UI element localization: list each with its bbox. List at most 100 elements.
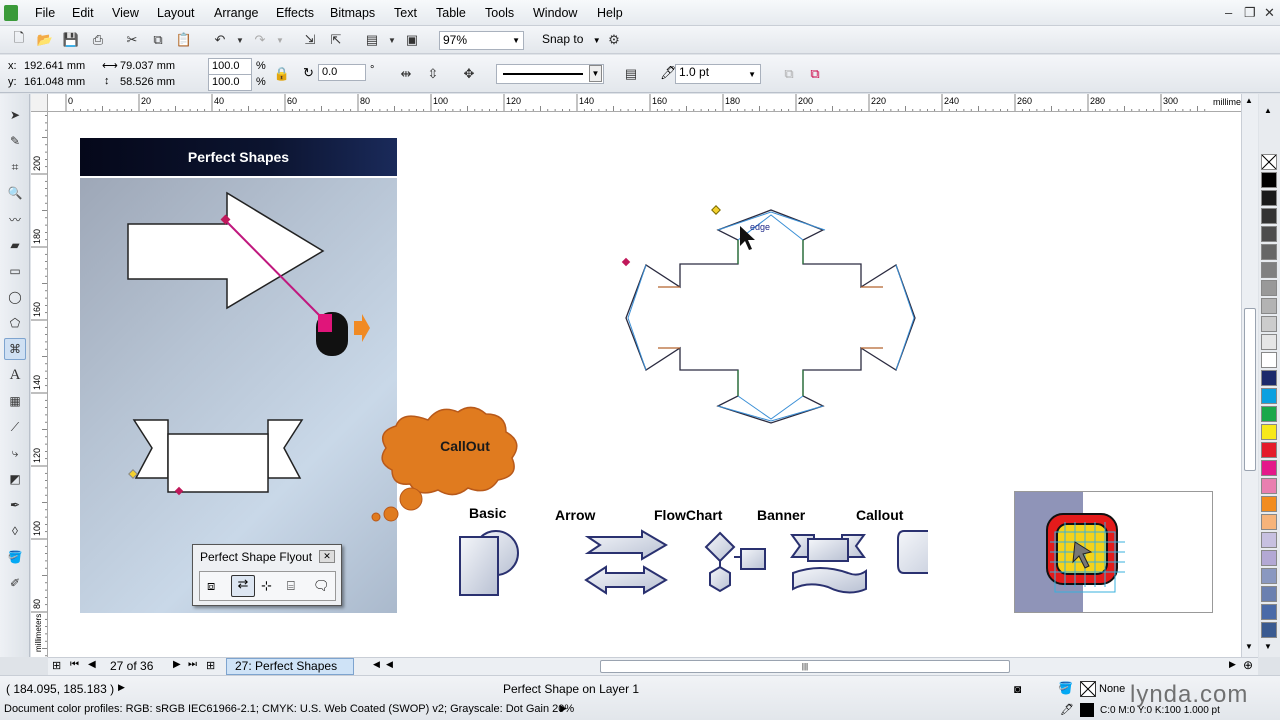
outline-color-swatch[interactable] xyxy=(1080,703,1094,717)
cut-icon[interactable]: ✂ xyxy=(122,30,142,50)
swatch-gray-90[interactable] xyxy=(1261,190,1277,206)
launcher-dropdown-icon[interactable]: ▼ xyxy=(382,30,402,50)
application-launcher-icon[interactable]: ▤ xyxy=(362,30,382,50)
swatch-gray-40[interactable] xyxy=(1261,280,1277,296)
palette-scroll-up-icon[interactable]: ▲ xyxy=(1264,106,1272,115)
swatch-white[interactable] xyxy=(1261,352,1277,368)
horizontal-scroll-left-icon[interactable]: ◀ xyxy=(386,659,393,670)
drawing-canvas[interactable]: Perfect Shapes Perfect Shape Flyout ✕ ⧈ … xyxy=(48,112,1241,657)
x-position-field[interactable]: 192.641 mm xyxy=(20,58,94,75)
add-page-before-icon[interactable]: ⊞ xyxy=(52,659,61,672)
smart-fill-tool-icon[interactable]: ▰ xyxy=(4,234,26,256)
minimize-icon[interactable]: – xyxy=(1225,5,1232,20)
swatch-denim[interactable] xyxy=(1261,604,1277,620)
wrap-paragraph-icon[interactable]: ▤ xyxy=(621,64,641,84)
lock-ratio-icon[interactable]: 🔒 xyxy=(272,64,292,84)
outline-width-select[interactable]: 1.0 pt ▼ xyxy=(675,64,761,84)
line-style-select[interactable]: ▼ xyxy=(496,64,604,84)
basic-shapes-tool-icon[interactable]: ⌘ xyxy=(4,338,26,360)
swatch-gray-60[interactable] xyxy=(1261,244,1277,260)
swatch-orange[interactable] xyxy=(1261,496,1277,512)
swatch-gray-30[interactable] xyxy=(1261,298,1277,314)
fill-tool-icon[interactable]: 🪣 xyxy=(4,546,26,568)
swatch-black[interactable] xyxy=(1261,172,1277,188)
width-field[interactable]: 79.037 mm xyxy=(116,58,196,75)
new-document-icon[interactable]: 🗋 xyxy=(9,30,29,50)
redo-icon[interactable]: ↷ xyxy=(250,30,270,50)
swatch-gray-70[interactable] xyxy=(1261,226,1277,242)
callout-shapes-button-icon[interactable]: 🗨 xyxy=(313,578,330,594)
export-icon[interactable]: ⇱ xyxy=(326,30,346,50)
flowchart-shapes-button-icon[interactable]: ⊹ xyxy=(261,578,272,594)
ellipse-tool-icon[interactable]: ◯ xyxy=(4,286,26,308)
basic-shapes-button-icon[interactable]: ⧈ xyxy=(207,578,215,594)
swatch-gray-10[interactable] xyxy=(1261,334,1277,350)
polygon-tool-icon[interactable]: ⬠ xyxy=(4,312,26,334)
menu-bitmaps[interactable]: Bitmaps xyxy=(330,6,375,20)
paste-icon[interactable]: 📋 xyxy=(174,30,194,50)
swatch-green[interactable] xyxy=(1261,406,1277,422)
swatch-magenta[interactable] xyxy=(1261,460,1277,476)
welcome-screen-icon[interactable]: ▣ xyxy=(402,30,422,50)
last-page-icon[interactable]: ⏭ xyxy=(188,659,197,670)
swatch-gray-50[interactable] xyxy=(1261,262,1277,278)
snap-to-button[interactable]: Snap to ▼ xyxy=(542,33,601,47)
rectangle-tool-icon[interactable]: ▭ xyxy=(4,260,26,282)
previous-page-icon[interactable]: ◀ xyxy=(88,659,96,670)
first-page-icon[interactable]: ⏮ xyxy=(70,659,79,670)
swatch-navy[interactable] xyxy=(1261,370,1277,386)
scroll-down-icon[interactable]: ▼ xyxy=(1245,642,1253,651)
shape-tool-icon[interactable]: ✎ xyxy=(4,130,26,152)
rotation-field[interactable]: 0.0 xyxy=(318,64,366,81)
eyedropper-tool-icon[interactable]: ✒ xyxy=(4,494,26,516)
save-icon[interactable]: 💾 xyxy=(61,30,81,50)
menu-arrange[interactable]: Arrange xyxy=(214,6,258,20)
dimension-tool-icon[interactable]: ⟋ xyxy=(4,416,26,438)
menu-edit[interactable]: Edit xyxy=(72,6,94,20)
connector-tool-icon[interactable]: ⤷ xyxy=(4,442,26,464)
zoom-tool-icon[interactable]: 🔍 xyxy=(4,182,26,204)
banner-shapes-button-icon[interactable]: ⌸ xyxy=(287,578,295,594)
color-profiles-expand-icon[interactable]: ▶ xyxy=(560,703,567,714)
selected-perfect-shape[interactable] xyxy=(618,202,923,432)
smart-drawing-tool-icon[interactable]: ✐ xyxy=(4,572,26,594)
y-position-field[interactable]: 161.048 mm xyxy=(20,74,94,91)
ruler-origin[interactable] xyxy=(31,94,48,112)
crop-tool-icon[interactable]: ⌗ xyxy=(4,156,26,178)
mirror-vertical-icon[interactable]: ⇳ xyxy=(423,64,443,84)
snap-status-icon[interactable]: ◙ xyxy=(1014,682,1021,696)
table-tool-icon[interactable]: ▦ xyxy=(4,390,26,412)
menu-text[interactable]: Text xyxy=(394,6,417,20)
horizontal-scroll-thumb[interactable]: ||| xyxy=(600,660,1010,673)
vertical-ruler[interactable]: 200 180 160 140 120 100 80 millimeters xyxy=(31,112,48,657)
swatch-light-purple[interactable] xyxy=(1261,550,1277,566)
menu-table[interactable]: Table xyxy=(436,6,466,20)
app-icon[interactable] xyxy=(4,5,18,21)
menu-layout[interactable]: Layout xyxy=(157,6,195,20)
no-fill-swatch[interactable] xyxy=(1080,681,1096,697)
undo-icon[interactable]: ↶ xyxy=(210,30,230,50)
mirror-horizontal-icon[interactable]: ⇹ xyxy=(396,64,416,84)
zoom-level-select[interactable]: 97% ▼ xyxy=(439,31,524,50)
menu-tools[interactable]: Tools xyxy=(485,6,514,20)
swatch-gray-80[interactable] xyxy=(1261,208,1277,224)
scale-y-field[interactable]: 100.0 xyxy=(208,74,252,91)
scale-x-field[interactable]: 100.0 xyxy=(208,58,252,75)
coordinates-expand-icon[interactable]: ▶ xyxy=(118,682,125,693)
freehand-tool-icon[interactable]: 〰 xyxy=(4,208,26,230)
swatch-cyan[interactable] xyxy=(1261,388,1277,404)
menu-effects[interactable]: Effects xyxy=(276,6,314,20)
to-front-icon[interactable]: ⧉ xyxy=(779,64,799,84)
swatch-peach[interactable] xyxy=(1261,514,1277,530)
menu-window[interactable]: Window xyxy=(533,6,577,20)
page-tab-scroll-icon[interactable]: ◀ xyxy=(373,659,380,670)
options-icon[interactable]: ⚙ xyxy=(604,30,624,50)
page-tab-current[interactable]: 27: Perfect Shapes xyxy=(226,658,354,675)
vertical-scrollbar[interactable]: ▲ ▼ xyxy=(1241,94,1258,657)
add-page-after-icon[interactable]: ⊞ xyxy=(206,659,215,672)
horizontal-ruler[interactable]: 0 20 40 60 80 100 120 140 160 180 200 220 240 260 280 3… xyxy=(48,94,1258,112)
to-back-icon[interactable]: ⧉ xyxy=(805,64,825,84)
redo-dropdown-icon[interactable]: ▼ xyxy=(270,30,290,50)
navigator-icon[interactable]: ⊕ xyxy=(1243,658,1253,672)
print-icon[interactable]: ⎙ xyxy=(88,30,108,50)
